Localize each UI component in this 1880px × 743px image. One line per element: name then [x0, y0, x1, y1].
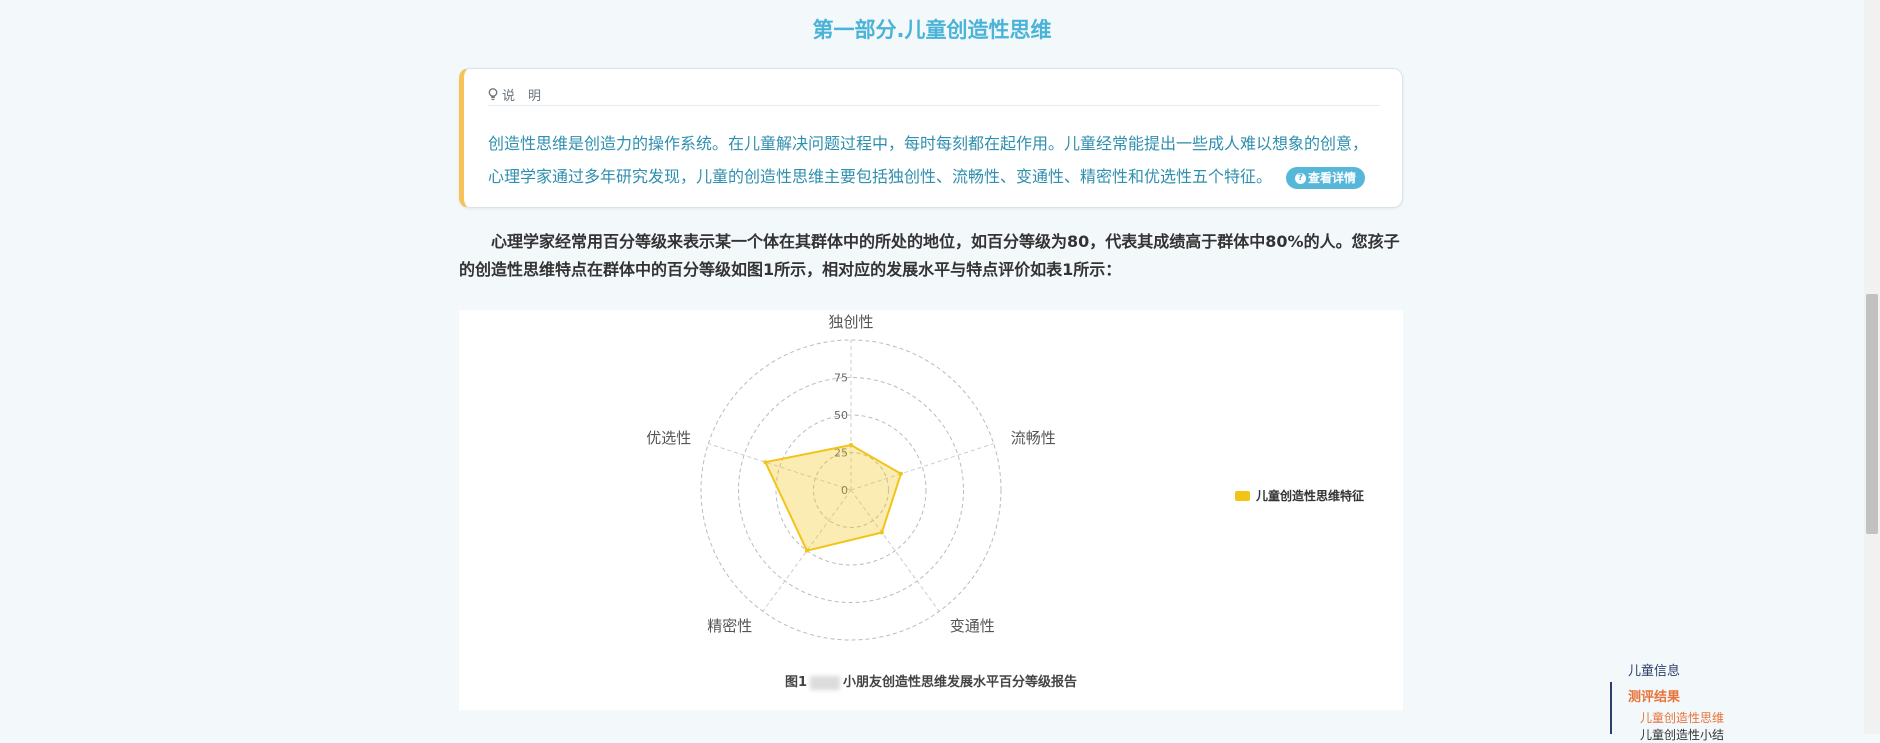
radial-tick-label: 75 [834, 372, 848, 385]
caption-prefix: 图1 [784, 675, 808, 690]
toc-active-line [1610, 682, 1612, 734]
lightbulb-icon [488, 87, 498, 100]
note-header: 说 明 [488, 83, 1380, 106]
radar-data-point [879, 530, 884, 535]
page-title: 第一部分.儿童创造性思维 [812, 18, 1052, 42]
note-header-label: 说 明 [502, 88, 542, 104]
radar-data-point [898, 471, 903, 476]
scrollbar-thumb[interactable] [1866, 294, 1878, 534]
radar-indicator-label: 流畅性 [1011, 429, 1056, 447]
toc-item-results[interactable]: 测评结果 [1628, 686, 1680, 705]
radar-indicator-label: 精密性 [707, 617, 752, 635]
toc-item-child-info[interactable]: 儿童信息 [1628, 660, 1680, 679]
radar-data-point [804, 548, 809, 553]
radar-indicator-label: 独创性 [828, 313, 873, 331]
note-card: 说 明 创造性思维是创造力的操作系统。在儿童解决问题过程中，每时每刻都在起作用。… [459, 68, 1403, 208]
chart-legend[interactable]: 儿童创造性思维特征 [1235, 487, 1364, 504]
caption-suffix: 小朋友创造性思维发展水平百分等级报告 [843, 675, 1078, 690]
redacted-name [810, 675, 841, 690]
note-body-text: 创造性思维是创造力的操作系统。在儿童解决问题过程中，每时每刻都在起作用。儿童经常… [488, 134, 1369, 186]
legend-swatch [1235, 490, 1250, 501]
radial-tick-label: 50 [834, 409, 848, 422]
radar-data-point [763, 460, 768, 465]
chart-card: 0255075独创性流畅性变通性精密性优选性 儿童创造性思维特征 图1小朋友创造… [459, 310, 1403, 710]
view-details-label: 查看详情 [1308, 170, 1357, 185]
toc-item-creative-thinking[interactable]: 儿童创造性思维 [1640, 709, 1724, 726]
chart-caption: 图1 小朋友创造性思维发展水平百分等级报告 [459, 671, 1403, 690]
radar-series-area [764, 444, 902, 552]
toc-item-summary[interactable]: 儿童创造性小结 [1640, 726, 1724, 743]
radar-data-point [849, 443, 853, 447]
radar-indicator-label: 变通性 [950, 617, 995, 635]
question-icon: ? [1295, 172, 1307, 184]
legend-label: 儿童创造性思维特征 [1256, 489, 1365, 503]
page-scrollbar[interactable] [1864, 0, 1880, 734]
note-body: 创造性思维是创造力的操作系统。在儿童解决问题过程中，每时每刻都在起作用。儿童经常… [488, 127, 1380, 193]
radar-chart: 0255075独创性流畅性变通性精密性优选性 [646, 313, 1056, 641]
intro-paragraph: 心理学家经常用百分等级来表示某一个体在其群体中的所处的地位，如百分等级为80，代… [459, 232, 1400, 279]
toc-nav: 儿童信息 测评结果 儿童创造性思维 儿童创造性小结 [1610, 654, 1850, 742]
view-details-button[interactable]: ? 查看详情 [1286, 166, 1366, 189]
radar-indicator-label: 优选性 [646, 429, 691, 447]
